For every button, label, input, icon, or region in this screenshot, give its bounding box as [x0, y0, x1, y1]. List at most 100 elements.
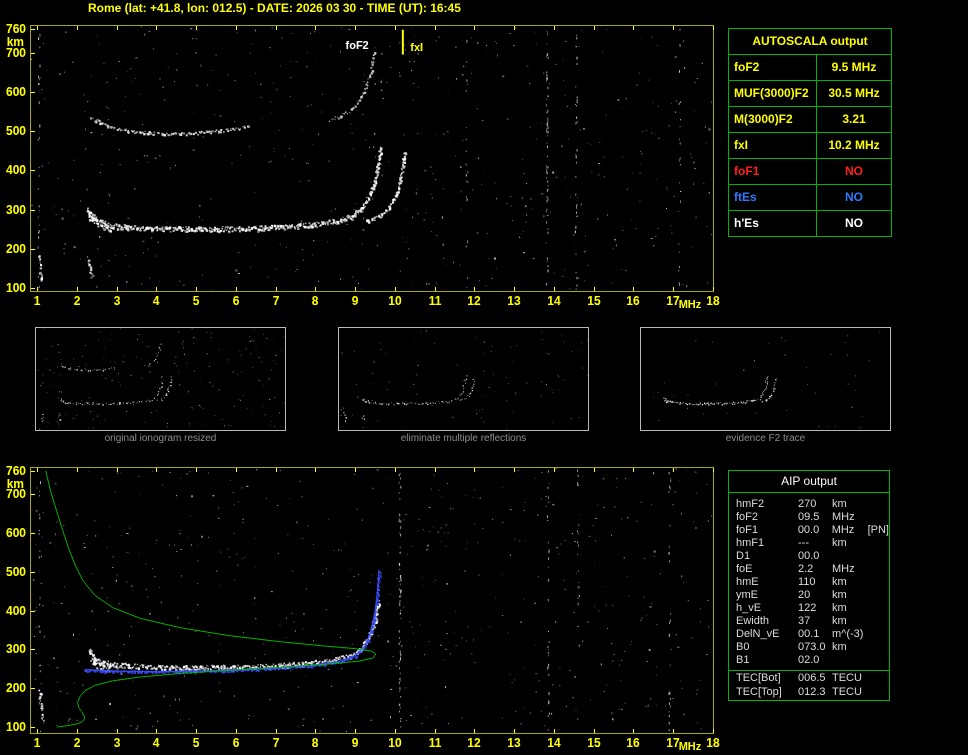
- aip-param-extra: [868, 511, 889, 524]
- aip-param-unit: MHz: [832, 511, 855, 523]
- caption-evidence-f2-trace: evidence F2 trace: [725, 433, 806, 444]
- aip-param-value: 37: [798, 615, 811, 627]
- aip-row: h_vE 122 km: [729, 602, 889, 615]
- autoscala-table-body: foF2 9.5 MHz MUF(3000)F2 30.5 MHz M(3000)F2 3…: [729, 55, 891, 236]
- aip-param-value: ---: [798, 537, 809, 549]
- station-date-time-title: Rome (lat: +41.8, lon: 012.5) - DATE: 20…: [88, 1, 461, 15]
- aip-param-extra: [868, 537, 889, 550]
- aip-param-name: B1: [736, 654, 750, 666]
- aip-param-name: B0: [736, 641, 750, 653]
- thumbnail-evidence-f2: [640, 327, 891, 431]
- aip-param-unit: m^(-3): [832, 628, 864, 640]
- aip-row: hmE 110 km: [729, 576, 889, 589]
- aip-param-unit: [832, 654, 868, 667]
- aip-param-unit: MHz: [831, 524, 855, 536]
- aip-param-extra: [868, 498, 889, 511]
- aip-param-value: 012.3: [798, 686, 826, 698]
- aip-param-extra: [868, 576, 889, 589]
- aip-param-value: 006.5: [798, 672, 826, 684]
- aip-param-unit: [832, 550, 868, 563]
- autoscala-param-value: 3.21: [842, 112, 866, 126]
- aip-param-value: 00.0: [798, 550, 820, 562]
- aip-param-extra: [868, 628, 889, 641]
- aip-param-value: 09.5: [798, 511, 820, 523]
- autoscala-row: h'Es NO: [729, 211, 891, 236]
- autoscala-row: fxI 10.2 MHz: [729, 133, 891, 159]
- aip-row: foF2 09.5 MHz: [729, 511, 889, 524]
- aip-param-value: 02.0: [798, 654, 820, 666]
- aip-param-extra: [868, 589, 889, 602]
- aip-row: D1 00.0: [729, 550, 889, 563]
- aip-param-unit: km: [832, 602, 847, 614]
- aip-param-value: 122: [798, 602, 817, 614]
- thumbnail-original-canvas: [36, 328, 285, 430]
- aip-param-name: D1: [736, 550, 751, 562]
- aip-row: hmF2 270 km: [729, 498, 889, 511]
- aip-output-table: AIP output hmF2 270 km foF2 09.5 MHz foF1 00.0 M…: [728, 470, 890, 701]
- autoscala-param-label: ftEs: [729, 185, 817, 210]
- aip-param-name: TEC[Top]: [736, 686, 782, 698]
- aip-param-value: 00.0: [797, 524, 820, 536]
- aip-param-unit: km: [832, 641, 847, 653]
- autoscala-row: MUF(3000)F2 30.5 MHz: [729, 81, 891, 107]
- aip-row: foF1 00.0 MHz [PN]: [729, 524, 889, 537]
- autoscala-row: ftEs NO: [729, 185, 891, 211]
- autoscala-screen: Rome (lat: +41.8, lon: 012.5) - DATE: 20…: [0, 0, 968, 755]
- aip-row: foE 2.2 MHz: [729, 563, 889, 576]
- aip-param-extra: [868, 563, 889, 576]
- aip-param-unit: km: [832, 576, 847, 588]
- aip-param-extra: [868, 602, 889, 615]
- autoscala-row: foF1 NO: [729, 159, 891, 185]
- aip-param-extra: [868, 550, 889, 563]
- aip-param-extra: [868, 654, 889, 667]
- autoscala-param-value: 30.5 MHz: [828, 86, 880, 100]
- autoscala-param-value: NO: [845, 164, 863, 178]
- autoscala-param-label: M(3000)F2: [729, 107, 817, 132]
- aip-param-name: h_vE: [736, 602, 762, 614]
- top-ionogram-canvas: [0, 14, 725, 326]
- aip-row: TEC[Bot] 006.5 TECU: [729, 670, 889, 686]
- aip-param-name: foF2: [736, 511, 759, 523]
- autoscala-param-label: foF1: [729, 159, 817, 184]
- aip-param-name: foE: [736, 563, 753, 575]
- aip-param-extra: [868, 672, 889, 686]
- autoscala-param-label: fxI: [729, 133, 817, 158]
- aip-param-value: 2.2: [798, 563, 814, 575]
- aip-param-name: ymE: [736, 589, 758, 601]
- thumbnail-original-ionogram: [35, 327, 286, 431]
- aip-row: DelN_vE 00.1 m^(-3): [729, 628, 889, 641]
- aip-param-value: 270: [798, 498, 817, 510]
- aip-param-value: 20: [798, 589, 811, 601]
- aip-param-name: hmF2: [736, 498, 765, 510]
- autoscala-param-value: NO: [845, 190, 863, 204]
- bottom-ionogram-canvas: [0, 457, 725, 755]
- autoscala-param-label: MUF(3000)F2: [729, 81, 817, 106]
- aip-param-extra: [868, 686, 889, 699]
- autoscala-row: foF2 9.5 MHz: [729, 55, 891, 81]
- autoscala-output-table: AUTOSCALA output foF2 9.5 MHz MUF(3000)F2 3…: [728, 28, 892, 237]
- autoscala-param-label: foF2: [729, 55, 817, 80]
- caption-eliminate-reflections: eliminate multiple reflections: [400, 433, 527, 444]
- thumbnail-eliminate-reflections: [338, 327, 589, 431]
- aip-param-unit: km: [832, 498, 847, 510]
- autoscala-param-value: 9.5 MHz: [831, 60, 877, 74]
- aip-param-name: hmE: [736, 576, 759, 588]
- aip-param-extra: [868, 615, 889, 628]
- aip-param-unit: MHz: [832, 563, 855, 575]
- aip-param-name: hmF1: [736, 537, 765, 549]
- autoscala-row: M(3000)F2 3.21: [729, 107, 891, 133]
- autoscala-param-value: NO: [845, 216, 863, 230]
- aip-param-unit: TECU: [832, 686, 862, 698]
- aip-row: hmF1 --- km: [729, 537, 889, 550]
- autoscala-param-label: h'Es: [729, 211, 817, 236]
- aip-table-body: hmF2 270 km foF2 09.5 MHz foF1 00.0 MHz [PN] hmF1 -…: [729, 493, 889, 699]
- aip-row: B0 073.0 km: [729, 641, 889, 654]
- caption-original-ionogram: original ionogram resized: [104, 433, 217, 444]
- aip-param-extra: [868, 641, 889, 654]
- aip-param-value: 073.0: [798, 641, 826, 653]
- aip-param-name: TEC[Bot]: [736, 672, 781, 684]
- aip-param-value: 00.1: [798, 628, 820, 640]
- aip-param-unit: km: [832, 589, 847, 601]
- autoscala-param-value: 10.2 MHz: [828, 138, 880, 152]
- aip-param-unit: TECU: [832, 672, 862, 684]
